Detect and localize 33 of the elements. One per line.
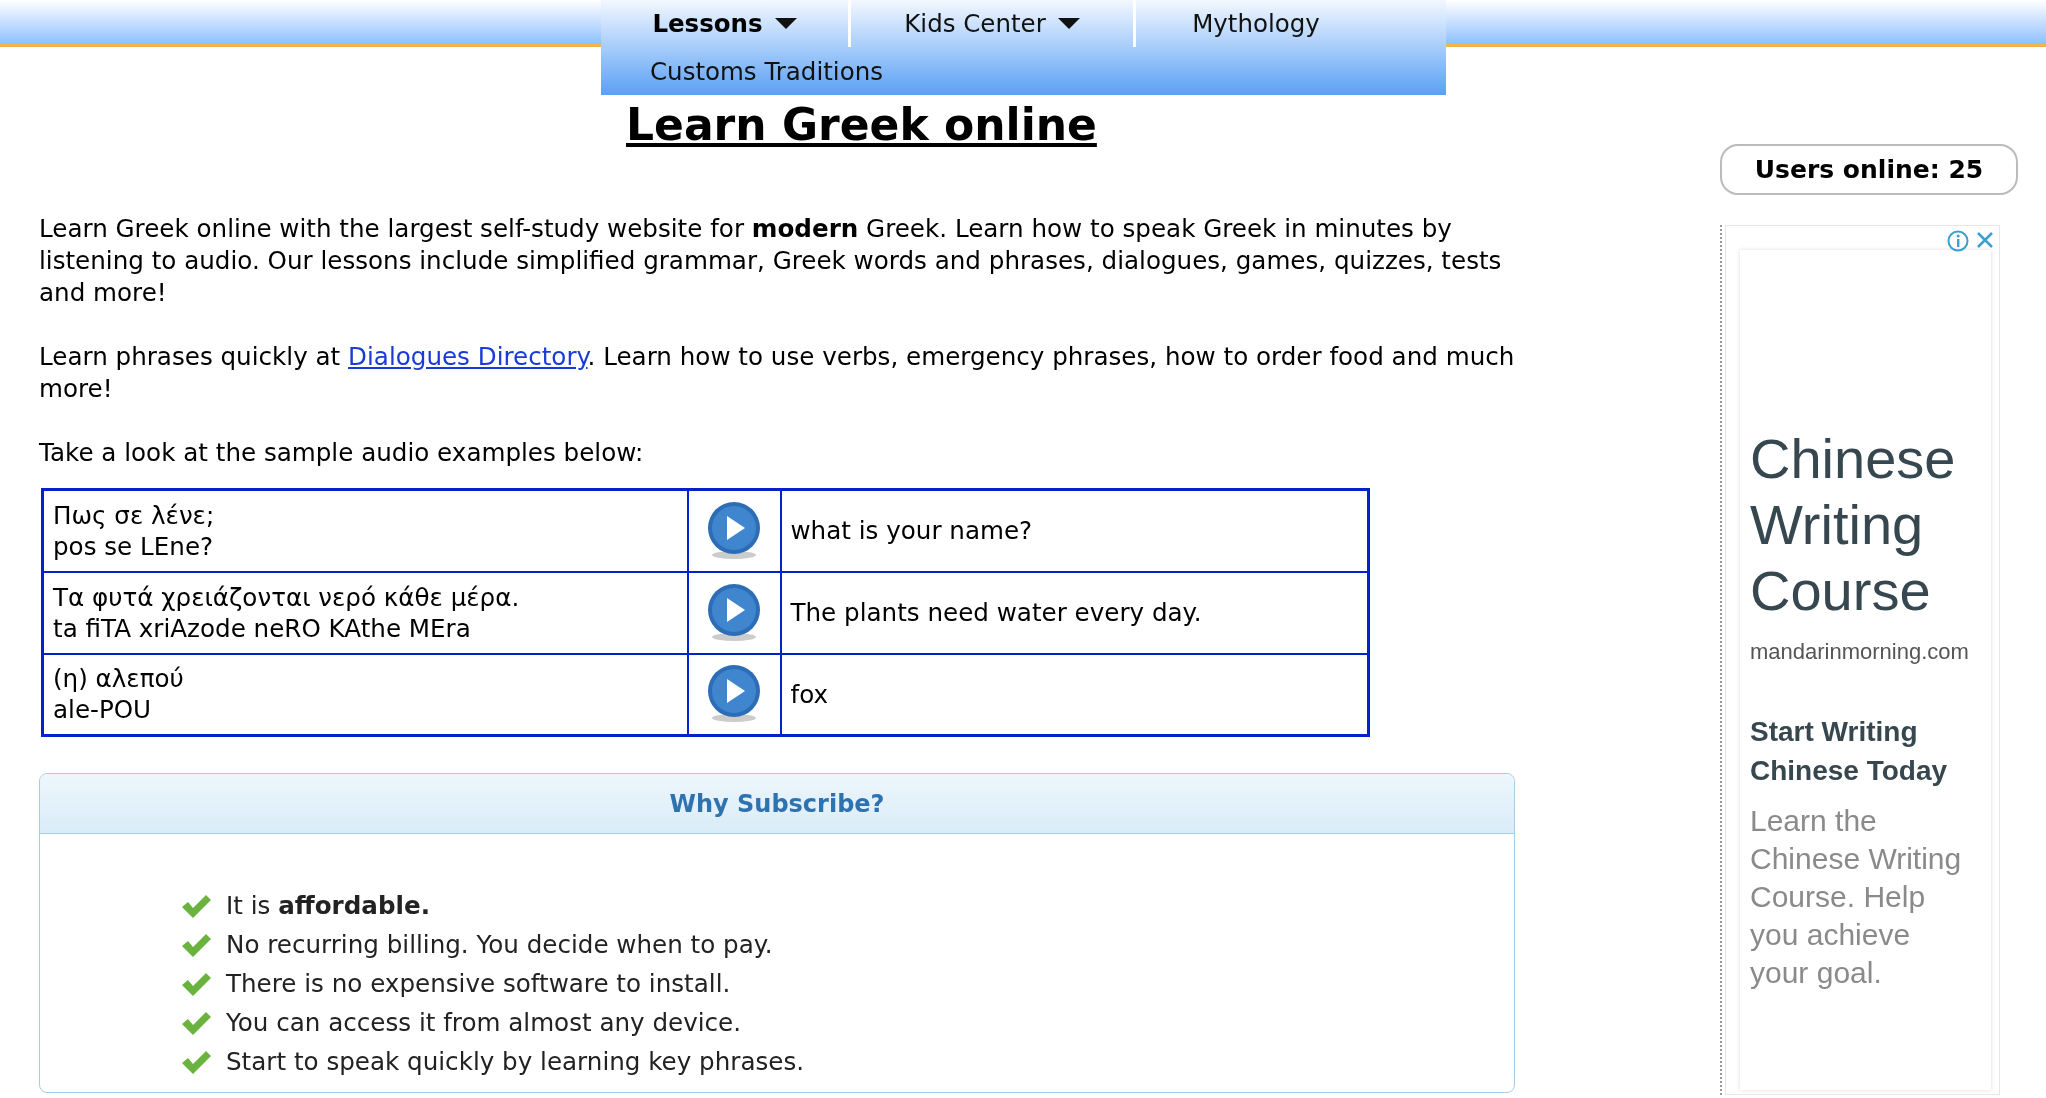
check-icon — [180, 970, 212, 997]
list-item-text: You can access it from almost any device. — [226, 1006, 742, 1039]
ad-card[interactable]: Chinese Writing Course mandarinmorning.com Start Writing Chinese Today Learn the Chinese Writing Course. Help you achieve your goal. — [1740, 250, 1991, 1090]
dialogues-link[interactable]: Dialogues Directory — [348, 342, 588, 371]
paragraph: Take a look at the sample audio examples below: — [39, 437, 645, 469]
ad-headline[interactable]: Chinese Writing Course — [1750, 426, 1991, 624]
ad-domain: mandarinmorning.com — [1750, 638, 1970, 666]
play-icon[interactable] — [706, 664, 762, 725]
play-icon[interactable] — [706, 500, 762, 561]
paragraph: Learn Greek online with the largest self-study website for modern Greek. Learn how to speak Greek in minutes by listening to audio. Our lessons include simplified grammar, Greek words and phrases, dialogues, games, quizzes, tests and more! — [39, 213, 1503, 309]
list-item-text: No recurring billing. You decide when to pay. — [226, 928, 773, 961]
check-icon — [180, 931, 212, 958]
info-icon[interactable] — [1947, 230, 1969, 252]
nav-link[interactable]: Mythology — [1136, 0, 1376, 47]
close-icon[interactable] — [1975, 230, 1995, 250]
nav-link[interactable]: Lessons — [601, 0, 851, 47]
check-icon — [180, 1048, 212, 1075]
paragraph: Learn phrases quickly at Dialogues Directory. Learn how to use verbs, emergency phrases, how to order food and much more! — [39, 341, 1515, 405]
ad-subheading: Start Writing Chinese Today — [1750, 715, 1949, 788]
panel-title: Why Subscribe? — [40, 774, 1514, 834]
list-item-text: Start to speak quickly by learning key phrases. — [226, 1045, 805, 1078]
check-icon — [180, 1009, 212, 1036]
list-item-text: There is no expensive software to install. — [226, 967, 731, 1000]
list-item-text: It is affordable. — [226, 889, 430, 922]
play-icon[interactable] — [706, 582, 762, 643]
page-title: Learn Greek online — [626, 98, 1098, 152]
check-icon — [180, 892, 212, 919]
nav-link[interactable]: Kids Center — [851, 0, 1136, 47]
phrase-cell: Τα φυτά χρειάζονται νερό κάθε μέρα. ta fiTA xriAzode neRO KAthe MEra — [42, 571, 688, 654]
phrase-cell: Πως σε λένε; pos se LEne? — [42, 489, 688, 572]
users-online-counter: Users online: 25 — [1720, 144, 2018, 195]
ad-description: Learn the Chinese Writing Course. Help you achieve your goal. — [1750, 803, 1963, 991]
nav-link[interactable]: Customs Traditions — [601, 47, 961, 95]
